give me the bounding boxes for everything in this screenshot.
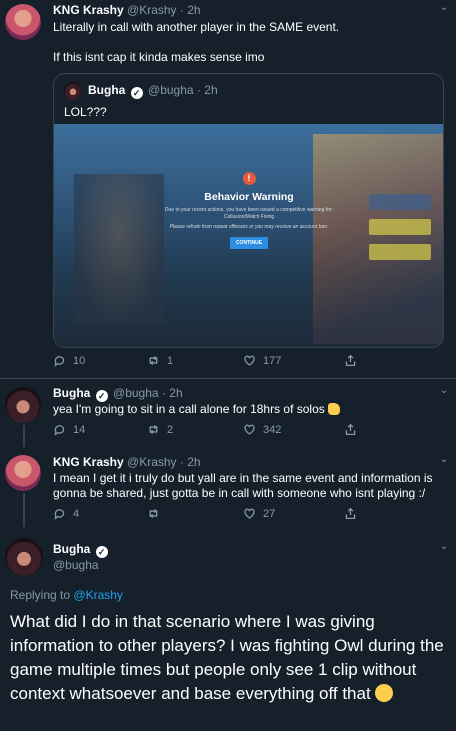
display-name[interactable]: KNG Krashy [53, 3, 124, 17]
reply-count: 14 [73, 423, 86, 436]
behavior-warning-dialog: ! Behavior Warning Due to your recent ac… [149, 172, 349, 292]
display-name[interactable]: KNG Krashy [53, 455, 124, 469]
scene-button [369, 244, 431, 260]
timestamp: 2h [204, 83, 218, 97]
retweet-icon [149, 424, 158, 435]
handle: @bugha [148, 83, 194, 97]
reply-button[interactable]: 4 [53, 507, 79, 520]
thread-line [23, 493, 25, 527]
chevron-down-icon[interactable]: ⌄ [440, 385, 448, 396]
reply-icon [54, 509, 65, 520]
handle[interactable]: @Krashy [127, 455, 177, 469]
warning-icon: ! [242, 172, 256, 185]
chevron-down-icon[interactable]: ⌄ [440, 541, 448, 552]
handle[interactable]: @Krashy [127, 3, 177, 17]
tweet-header: Bugha ✓ @bugha · 2h [53, 386, 183, 402]
reply-button[interactable]: 14 [53, 423, 85, 436]
tweet-header: KNG Krashy @Krashy · 2h [53, 455, 201, 470]
like-button[interactable]: 27 [243, 507, 275, 520]
dialog-note: Please refrain from repeat offenses or y… [169, 224, 329, 230]
handle[interactable]: @bugha [113, 386, 159, 400]
retweet-button[interactable]: 1 [147, 354, 173, 367]
verified-icon: ✓ [95, 546, 108, 558]
like-button[interactable]: 342 [243, 423, 281, 436]
separator-dot: · [179, 3, 184, 17]
avatar[interactable] [64, 82, 82, 100]
tweet-text-line1: Literally in call with another player in… [53, 20, 340, 34]
main-tweet-text: What did I do in that scenario where I w… [10, 610, 448, 706]
chevron-down-icon[interactable]: ⌄ [440, 454, 448, 465]
tweet-bugha-reply[interactable]: Bugha ✓ @bugha · 2h ⌄ yea I'm going to s… [0, 379, 456, 447]
handle[interactable]: @bugha [53, 558, 99, 572]
tweet-text-content: yea I'm going to sit in a call alone for… [53, 402, 325, 416]
heart-icon [244, 355, 255, 366]
avatar[interactable] [5, 538, 43, 576]
replying-to-label: Replying to [10, 588, 71, 602]
avatar[interactable] [5, 4, 41, 40]
share-button[interactable] [344, 507, 364, 520]
separator-dot: · [179, 455, 184, 469]
chevron-down-icon[interactable]: ⌄ [440, 2, 448, 13]
like-count: 342 [263, 423, 282, 436]
timestamp[interactable]: 2h [169, 386, 182, 400]
share-icon [345, 423, 356, 436]
like-count: 177 [263, 354, 282, 367]
tweet-text: yea I'm going to sit in a call alone for… [53, 402, 440, 417]
separator-dot: · [161, 386, 166, 400]
reply-count: 10 [73, 354, 86, 367]
like-count: 27 [263, 507, 276, 520]
replying-to-link[interactable]: @Krashy [73, 588, 123, 602]
tweet-header: KNG Krashy @Krashy · 2h [53, 3, 201, 18]
reply-count: 4 [73, 507, 80, 520]
share-icon [345, 507, 356, 520]
separator-dot: · [196, 83, 201, 97]
tweet-text: I mean I get it i truly do but yall are … [53, 471, 433, 500]
reply-button[interactable]: 10 [53, 354, 85, 367]
quote-text: LOL??? [64, 105, 107, 119]
thread-line [23, 425, 25, 447]
avatar[interactable] [5, 387, 41, 423]
thumbs-up-icon [327, 403, 340, 415]
scene-button [369, 219, 431, 235]
quote-header: Bugha ✓ @bugha · 2h [88, 83, 218, 99]
scene-button [369, 194, 431, 210]
share-button[interactable] [344, 423, 364, 436]
share-button[interactable] [344, 354, 364, 367]
tweet-actions: 14 2 342 [53, 423, 373, 439]
display-name: Bugha [88, 83, 126, 97]
quoted-tweet[interactable]: Bugha ✓ @bugha · 2h LOL??? ! Behavior Wa… [53, 73, 444, 348]
verified-icon: ✓ [130, 87, 143, 99]
tweet-header: Bugha ✓ [53, 542, 110, 558]
reply-icon [54, 356, 65, 367]
verified-icon: ✓ [95, 390, 108, 402]
screenshot-image[interactable]: ! Behavior Warning Due to your recent ac… [54, 124, 443, 347]
timestamp[interactable]: 2h [187, 455, 200, 469]
dialog-title: Behavior Warning [204, 191, 294, 203]
tweet-krashy-1[interactable]: KNG Krashy @Krashy · 2h ⌄ Literally in c… [0, 0, 456, 378]
tweet-text-line2: If this isnt cap it kinda makes sense im… [53, 50, 265, 64]
display-name[interactable]: Bugha [53, 386, 90, 400]
like-button[interactable]: 177 [243, 354, 281, 367]
display-name[interactable]: Bugha [53, 542, 90, 556]
heart-icon [244, 508, 255, 519]
avatar[interactable] [5, 455, 41, 491]
handle-row: @bugha [53, 558, 99, 573]
share-icon [345, 354, 356, 367]
grinning-face-icon [374, 684, 393, 702]
retweet-icon [149, 508, 158, 519]
reply-icon [54, 425, 65, 436]
tweet-actions: 10 1 177 [53, 354, 373, 370]
tweet-actions: 4 27 [53, 507, 373, 523]
replying-to: Replying to @Krashy [10, 588, 123, 602]
timestamp[interactable]: 2h [187, 3, 200, 17]
retweet-count: 1 [167, 354, 174, 367]
retweet-button[interactable] [147, 507, 167, 520]
retweet-icon [149, 355, 158, 366]
heart-icon [244, 424, 255, 435]
retweet-button[interactable]: 2 [147, 423, 173, 436]
continue-button: CONTINUE [229, 237, 269, 249]
dialog-body: Due to your recent actions, you have bee… [164, 207, 334, 220]
retweet-count: 2 [167, 423, 174, 436]
tweet-krashy-2[interactable]: KNG Krashy @Krashy · 2h ⌄ I mean I get i… [0, 449, 456, 527]
